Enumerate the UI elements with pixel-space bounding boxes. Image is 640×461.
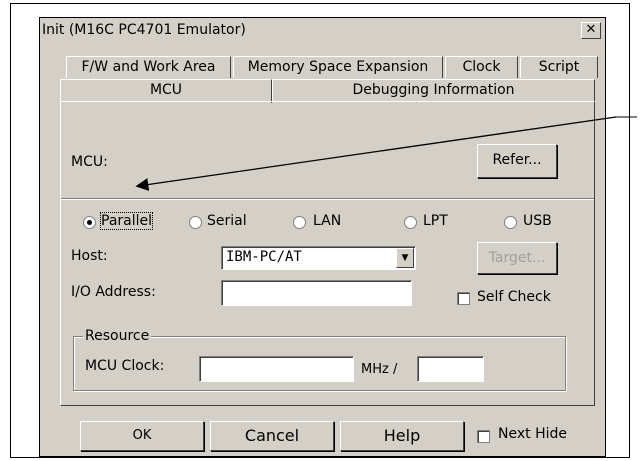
mcu-clock-label: MCU Clock: (85, 358, 165, 374)
clock-divider-input[interactable] (417, 356, 484, 382)
radio-parallel-label[interactable]: Parallel (99, 212, 154, 230)
tab-label: Script (538, 59, 580, 75)
chevron-down-icon[interactable]: ▼ (396, 248, 414, 268)
radio-usb-label[interactable]: USB (523, 213, 552, 229)
window-title: Init (M16C PC4701 Emulator) (42, 22, 246, 38)
cancel-button-label: Cancel (244, 426, 300, 445)
radio-selected-dot (87, 220, 92, 225)
mhz-unit-label: MHz / (361, 362, 398, 377)
radio-parallel[interactable] (83, 216, 96, 229)
radio-lan[interactable] (293, 216, 306, 229)
tab-clock[interactable]: Clock (445, 56, 518, 78)
ok-button[interactable]: OK (80, 421, 204, 451)
tab-label: Debugging Information (352, 82, 515, 98)
tab-label: MCU (149, 82, 183, 98)
self-check-checkbox[interactable] (457, 292, 470, 305)
host-label: Host: (71, 248, 108, 264)
tab-script[interactable]: Script (520, 56, 598, 78)
radio-serial-label[interactable]: Serial (207, 213, 247, 229)
close-icon: ✕ (585, 22, 597, 37)
host-select[interactable]: IBM-PC/AT ▼ (221, 246, 416, 270)
io-address-input[interactable] (221, 280, 412, 306)
tab-label: Clock (462, 59, 501, 75)
radio-serial[interactable] (189, 216, 202, 229)
refer-button-label: Refer... (492, 152, 542, 168)
help-button[interactable]: Help (340, 421, 464, 451)
radio-lpt[interactable] (404, 216, 417, 229)
ok-button-label: OK (132, 428, 152, 443)
title-bar: Init (M16C PC4701 Emulator) ✕ (40, 18, 605, 46)
tab-memory-space-expansion[interactable]: Memory Space Expansion (233, 56, 443, 78)
cancel-button[interactable]: Cancel (210, 421, 334, 451)
host-select-value: IBM-PC/AT (226, 249, 302, 265)
next-hide-checkbox[interactable] (477, 430, 490, 443)
radio-lpt-label[interactable]: LPT (423, 213, 448, 229)
tab-panel: MCU: Refer... Parallel Serial LAN LPT US… (60, 101, 595, 406)
close-button[interactable]: ✕ (581, 22, 601, 39)
init-dialog: Init (M16C PC4701 Emulator) ✕ F/W and Wo… (39, 17, 606, 457)
refer-button[interactable]: Refer... (477, 144, 557, 178)
target-button-label: Target... (488, 250, 546, 266)
next-hide-label[interactable]: Next Hide (498, 426, 567, 442)
self-check-label[interactable]: Self Check (477, 289, 551, 305)
mcu-clock-input[interactable] (199, 356, 354, 382)
io-address-label: I/O Address: (71, 284, 156, 300)
target-button[interactable]: Target... (477, 242, 557, 274)
tab-debugging-information[interactable]: Debugging Information (272, 79, 595, 101)
separator (61, 198, 594, 200)
tab-label: F/W and Work Area (81, 59, 216, 75)
help-button-label: Help (383, 426, 421, 445)
tab-label: Memory Space Expansion (247, 59, 429, 75)
tab-mcu[interactable]: MCU (60, 79, 272, 103)
tab-fw-work-area[interactable]: F/W and Work Area (66, 56, 231, 78)
mcu-label: MCU: (71, 154, 108, 170)
radio-usb[interactable] (504, 216, 517, 229)
resource-group-label: Resource (83, 328, 152, 344)
radio-lan-label[interactable]: LAN (313, 213, 341, 229)
